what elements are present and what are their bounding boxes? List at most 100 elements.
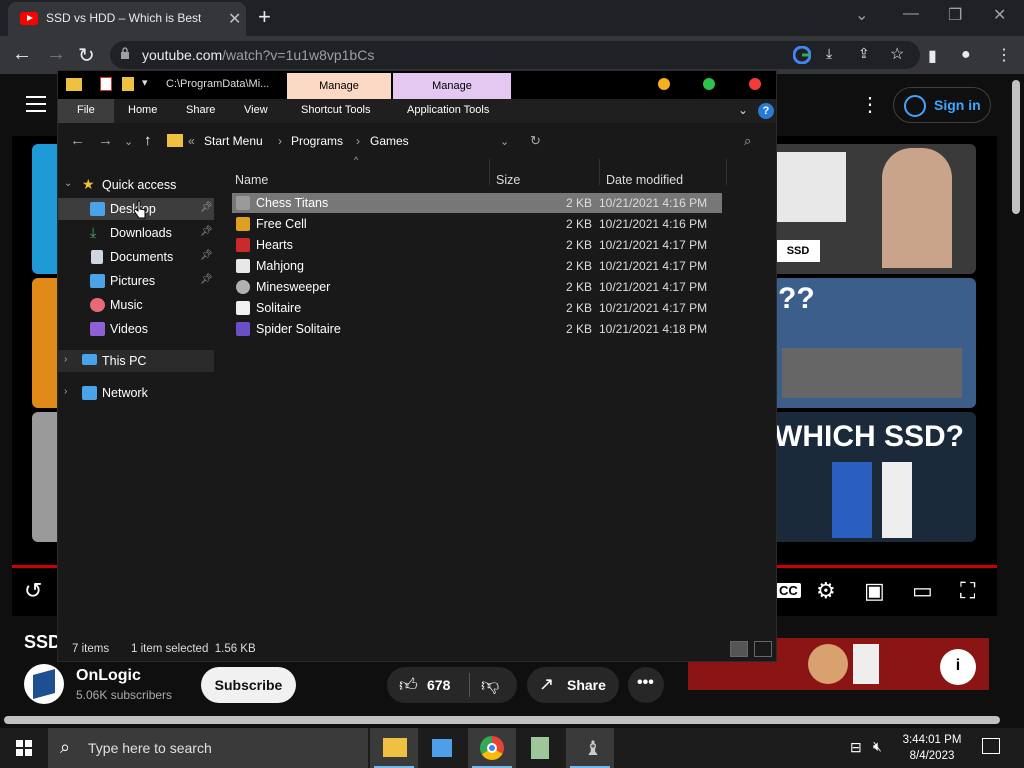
end-screen-thumbnail[interactable]: ?? bbox=[772, 278, 976, 408]
windows-start-icon[interactable] bbox=[0, 728, 48, 768]
taskbar-clock[interactable]: 3:44:01 PM 8/4/2023 bbox=[902, 732, 962, 764]
nav-downloads[interactable]: ⤓ Downloads 📌︎ bbox=[58, 222, 214, 244]
file-row[interactable]: Free Cell 2 KB 10/21/2021 4:16 PM bbox=[232, 214, 722, 234]
nav-documents[interactable]: Documents 📌︎ bbox=[58, 246, 214, 268]
file-row[interactable]: Hearts 2 KB 10/21/2021 4:17 PM bbox=[232, 235, 722, 255]
pin-icon[interactable]: 📌︎ bbox=[200, 250, 213, 261]
restore-icon[interactable]: ❐ bbox=[948, 5, 962, 25]
new-tab-icon[interactable]: + bbox=[258, 4, 271, 30]
ribbon-tab-home[interactable]: Home bbox=[128, 104, 157, 116]
taskbar-file-explorer[interactable] bbox=[370, 728, 418, 768]
column-divider[interactable] bbox=[726, 159, 727, 185]
like-count[interactable]: 678 bbox=[427, 677, 450, 693]
file-row[interactable]: Mahjong 2 KB 10/21/2021 4:17 PM bbox=[232, 256, 722, 276]
pin-icon[interactable]: 📌︎ bbox=[200, 274, 213, 285]
taskbar-search-box[interactable]: ⌕ Type here to search bbox=[48, 728, 368, 768]
side-panel-icon[interactable]: ▮ bbox=[928, 46, 937, 66]
nav-videos[interactable]: Videos bbox=[58, 318, 214, 340]
large-icons-view-icon[interactable] bbox=[754, 641, 772, 657]
google-icon[interactable] bbox=[793, 46, 811, 64]
column-divider[interactable] bbox=[599, 159, 600, 185]
ribbon-tab-application-tools[interactable]: Application Tools bbox=[407, 104, 489, 116]
file-row[interactable]: Minesweeper 2 KB 10/21/2021 4:17 PM bbox=[232, 277, 722, 297]
help-icon[interactable]: ? bbox=[758, 103, 774, 119]
file-row[interactable]: Solitaire 2 KB 10/21/2021 4:17 PM bbox=[232, 298, 722, 318]
recent-locations-icon[interactable]: ⌄ bbox=[124, 135, 133, 148]
file-row[interactable]: Chess Titans 2 KB 10/21/2021 4:16 PM bbox=[232, 193, 722, 213]
ribbon-expand-icon[interactable]: ⌄ bbox=[738, 103, 748, 117]
browser-tab[interactable]: SSD vs HDD – Which is Best for Yo ✕ bbox=[8, 2, 246, 36]
notifications-icon[interactable] bbox=[982, 738, 1000, 754]
collapsed-chevron-icon[interactable]: › bbox=[64, 386, 67, 397]
minimize-icon[interactable]: — bbox=[903, 5, 919, 23]
taskbar-chrome[interactable] bbox=[468, 728, 516, 768]
pin-icon[interactable]: 📌︎ bbox=[200, 202, 213, 213]
ribbon-tab-share[interactable]: Share bbox=[186, 104, 215, 116]
miniplayer-icon[interactable]: ▣ bbox=[864, 578, 885, 604]
column-header-date-modified[interactable]: Date modified bbox=[606, 173, 683, 187]
column-header-size[interactable]: Size bbox=[496, 173, 520, 187]
breadcrumb-overflow[interactable]: « bbox=[188, 134, 195, 148]
nav-quick-access[interactable]: ⌄ ★ Quick access bbox=[58, 174, 214, 196]
collapsed-chevron-icon[interactable]: › bbox=[64, 354, 67, 365]
explorer-forward-icon[interactable]: → bbox=[98, 132, 113, 149]
expanded-chevron-icon[interactable]: ⌄ bbox=[64, 178, 72, 189]
ad-info-icon[interactable]: i bbox=[940, 649, 976, 685]
pin-icon[interactable]: 📌︎ bbox=[200, 226, 213, 237]
theater-mode-icon[interactable]: ▭ bbox=[912, 578, 933, 604]
share-page-icon[interactable]: ⇪ bbox=[858, 45, 870, 62]
close-dot-icon[interactable] bbox=[749, 78, 761, 90]
properties-icon[interactable] bbox=[100, 77, 112, 91]
settings-kebab-icon[interactable]: ⋮ bbox=[860, 92, 880, 117]
taskbar-microsoft-store[interactable] bbox=[418, 728, 466, 768]
reload-icon[interactable]: ↻ bbox=[78, 43, 95, 68]
horizontal-scrollbar[interactable] bbox=[4, 716, 1000, 724]
breadcrumb-programs[interactable]: Programs bbox=[291, 134, 343, 148]
channel-avatar[interactable] bbox=[24, 664, 64, 704]
close-window-icon[interactable]: ✕ bbox=[993, 5, 1006, 25]
forward-icon[interactable]: → bbox=[46, 43, 66, 66]
tab-search-icon[interactable]: ⌄ bbox=[855, 5, 868, 25]
network-status-icon[interactable]: ⊟ bbox=[850, 739, 862, 756]
context-tab-manage-application[interactable]: Manage bbox=[393, 73, 511, 99]
address-bar[interactable]: youtube.com/watch?v=1u1w8vp1bCs ⤓ ⇪ ☆ bbox=[110, 41, 920, 69]
explorer-search-icon[interactable]: ⌕ bbox=[744, 133, 751, 149]
details-view-icon[interactable] bbox=[730, 641, 748, 657]
fullscreen-icon[interactable]: ⛶ bbox=[960, 578, 975, 604]
sign-in-button[interactable]: Sign in bbox=[893, 87, 991, 123]
chrome-menu-icon[interactable]: ⋮ bbox=[996, 45, 1012, 65]
column-divider[interactable] bbox=[489, 159, 490, 185]
volume-muted-icon[interactable]: 🔇︎ bbox=[873, 738, 882, 755]
nav-pictures[interactable]: Pictures 📌︎ bbox=[58, 270, 214, 292]
breadcrumb-games[interactable]: Games bbox=[370, 134, 409, 148]
refresh-icon[interactable]: ↻ bbox=[530, 133, 541, 149]
profile-icon[interactable]: ● bbox=[961, 46, 971, 64]
settings-gear-icon[interactable]: ⚙ bbox=[816, 578, 836, 604]
breadcrumb-start-menu[interactable]: Start Menu bbox=[204, 134, 263, 148]
hamburger-menu-icon[interactable] bbox=[26, 96, 46, 112]
ribbon-tab-file[interactable]: File bbox=[77, 104, 95, 116]
tab-close-icon[interactable]: ✕ bbox=[228, 9, 241, 29]
thumbs-up-icon[interactable]: 👍︎ bbox=[399, 674, 418, 696]
channel-name[interactable]: OnLogic bbox=[76, 667, 141, 685]
install-icon[interactable]: ⤓ bbox=[826, 45, 832, 62]
nav-this-pc[interactable]: › This PC bbox=[58, 350, 214, 372]
maximize-dot-icon[interactable] bbox=[703, 78, 715, 90]
context-tab-manage-shortcut[interactable]: Manage bbox=[287, 73, 391, 99]
captions-icon[interactable]: CC bbox=[776, 583, 801, 598]
end-screen-thumbnail[interactable]: WHICH SSD? bbox=[772, 412, 976, 542]
more-actions-button[interactable]: ••• bbox=[628, 667, 664, 703]
taskbar-app[interactable] bbox=[516, 728, 564, 768]
thumbs-down-icon[interactable]: 👎︎ bbox=[481, 674, 499, 696]
minimize-dot-icon[interactable] bbox=[658, 78, 670, 90]
back-icon[interactable]: ← bbox=[12, 43, 32, 66]
subscribe-button[interactable]: Subscribe bbox=[201, 667, 296, 703]
breadcrumb-separator[interactable]: › bbox=[356, 134, 360, 148]
address-dropdown-icon[interactable]: ⌄ bbox=[500, 135, 509, 148]
nav-network[interactable]: › Network bbox=[58, 382, 214, 404]
explorer-back-icon[interactable]: ← bbox=[70, 132, 85, 149]
replay-icon[interactable]: ↺ bbox=[24, 578, 42, 604]
bookmark-star-icon[interactable]: ☆ bbox=[890, 44, 904, 64]
end-screen-thumbnail[interactable]: SSD bbox=[772, 144, 976, 274]
breadcrumb-separator[interactable]: › bbox=[278, 134, 282, 148]
